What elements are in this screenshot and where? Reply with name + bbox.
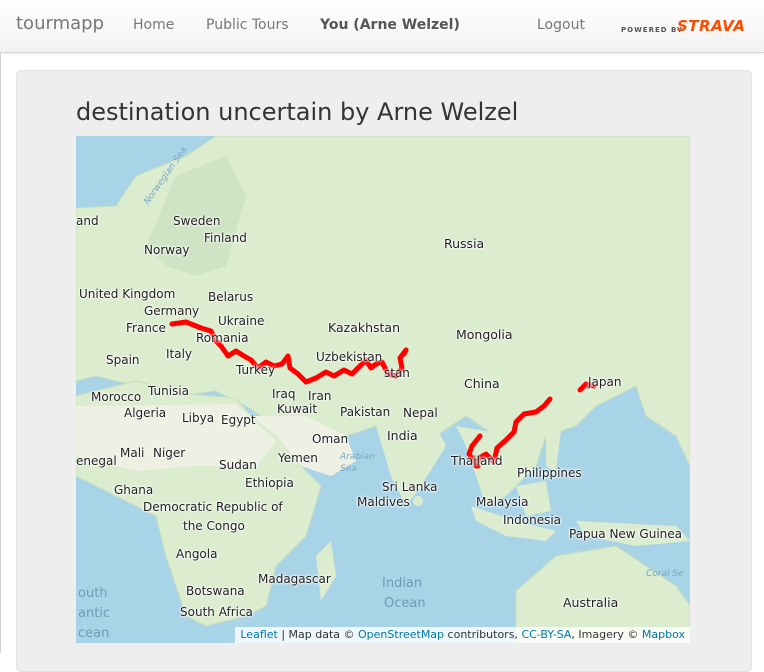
strava-powered-text: POWERED BY [621, 26, 684, 34]
label-germany: Germany [144, 304, 200, 318]
label-australia: Australia [563, 595, 619, 610]
label-maldives: Maldives [357, 495, 410, 509]
powered-by-strava-logo: POWERED BY STRAVA [621, 17, 746, 38]
label-tunisia: Tunisia [148, 384, 189, 398]
navbar: tourmapp Home Public Tours You (Arne Wel… [0, 0, 764, 53]
nav-public-tours[interactable]: Public Tours [206, 17, 289, 33]
page-title: destination uncertain by Arne Welzel [76, 98, 519, 126]
label-mongolia: Mongolia [456, 327, 513, 342]
label-iraq: Iraq [272, 387, 296, 401]
label-italy: Italy [166, 347, 193, 361]
nav-you[interactable]: You (Arne Welzel) [320, 17, 460, 33]
label-ghana: Ghana [114, 483, 154, 497]
label-malaysia: Malaysia [476, 495, 529, 509]
attribution-text-2: contributors, [444, 628, 522, 641]
cc-by-sa-link[interactable]: CC-BY-SA [521, 628, 571, 641]
label-kazakhstan: Kazakhstan [328, 320, 401, 335]
label-libya: Libya [182, 411, 215, 425]
label-spain: Spain [106, 353, 140, 367]
nav-home[interactable]: Home [133, 17, 174, 33]
label-coral-sea: Coral Se [646, 569, 684, 579]
label-south-atlantic-2: antic [78, 606, 111, 621]
label-yemen: Yemen [278, 451, 318, 465]
label-romania: Romania [196, 331, 249, 345]
label-sudan: Sudan [219, 458, 257, 472]
strava-wordmark: STRAVA [677, 17, 746, 35]
label-tajikistan-partial: stan [384, 366, 410, 380]
label-drc-line1: Democratic Republic of [143, 500, 283, 514]
label-sri-lanka: Sri Lanka [382, 480, 438, 494]
attribution-text-1: | Map data © [277, 628, 359, 641]
label-russia: Russia [444, 236, 485, 251]
label-angola: Angola [176, 547, 218, 561]
openstreetmap-link[interactable]: OpenStreetMap [358, 628, 444, 641]
label-japan: Japan [588, 375, 622, 389]
label-drc-line2: the Congo [183, 519, 245, 533]
label-france: France [126, 321, 166, 335]
label-indonesia: Indonesia [503, 513, 562, 527]
label-indian-ocean-1: Indian [382, 576, 423, 591]
label-mali: Mali [120, 446, 145, 460]
label-uzbekistan: Uzbekistan [316, 350, 383, 364]
label-indian-ocean-2: Ocean [384, 596, 426, 611]
label-morocco: Morocco [91, 390, 142, 404]
label-botswana: Botswana [186, 584, 245, 598]
label-china: China [464, 376, 500, 391]
page-border [0, 52, 1, 653]
label-arabian-sea: Arabian Sea [340, 452, 375, 474]
label-iceland-partial: and [76, 214, 99, 228]
label-south-atlantic-1: outh [78, 586, 108, 601]
label-belarus: Belarus [208, 290, 254, 304]
label-kuwait: Kuwait [277, 402, 318, 416]
label-philippines: Philippines [517, 466, 582, 480]
label-south-atlantic-3: cean [78, 626, 110, 641]
label-papua-new-guinea: Papua New Guinea [569, 527, 683, 541]
label-sweden: Sweden [173, 214, 221, 228]
label-algeria: Algeria [124, 406, 167, 420]
label-thailand: Thailand [451, 454, 503, 468]
tour-map[interactable]: Norwegian Sea Sweden Finland Norway and … [76, 136, 690, 643]
label-pakistan: Pakistan [340, 405, 391, 419]
label-oman: Oman [312, 432, 349, 446]
label-turkey: Turkey [236, 363, 276, 377]
label-norway: Norway [144, 243, 190, 257]
label-india: India [387, 428, 418, 443]
label-egypt: Egypt [221, 413, 256, 427]
map-attribution: Leaflet | Map data © OpenStreetMap contr… [235, 627, 690, 643]
label-south-africa: South Africa [180, 605, 253, 619]
label-senegal-partial: enegal [76, 454, 117, 468]
label-madagascar: Madagascar [258, 572, 331, 586]
label-nepal: Nepal [403, 406, 438, 420]
leaflet-link[interactable]: Leaflet [240, 628, 277, 641]
label-niger: Niger [153, 446, 186, 460]
brand-link[interactable]: tourmapp [16, 13, 104, 34]
label-finland: Finland [204, 231, 247, 245]
nav-logout[interactable]: Logout [537, 17, 585, 33]
attribution-text-3: , Imagery © [571, 628, 642, 641]
label-ethiopia: Ethiopia [245, 476, 294, 490]
label-uk: United Kingdom [79, 287, 176, 301]
label-iran: Iran [308, 389, 332, 403]
sri-lanka-island [413, 496, 423, 506]
mapbox-link[interactable]: Mapbox [642, 628, 685, 641]
label-ukraine: Ukraine [218, 314, 265, 328]
